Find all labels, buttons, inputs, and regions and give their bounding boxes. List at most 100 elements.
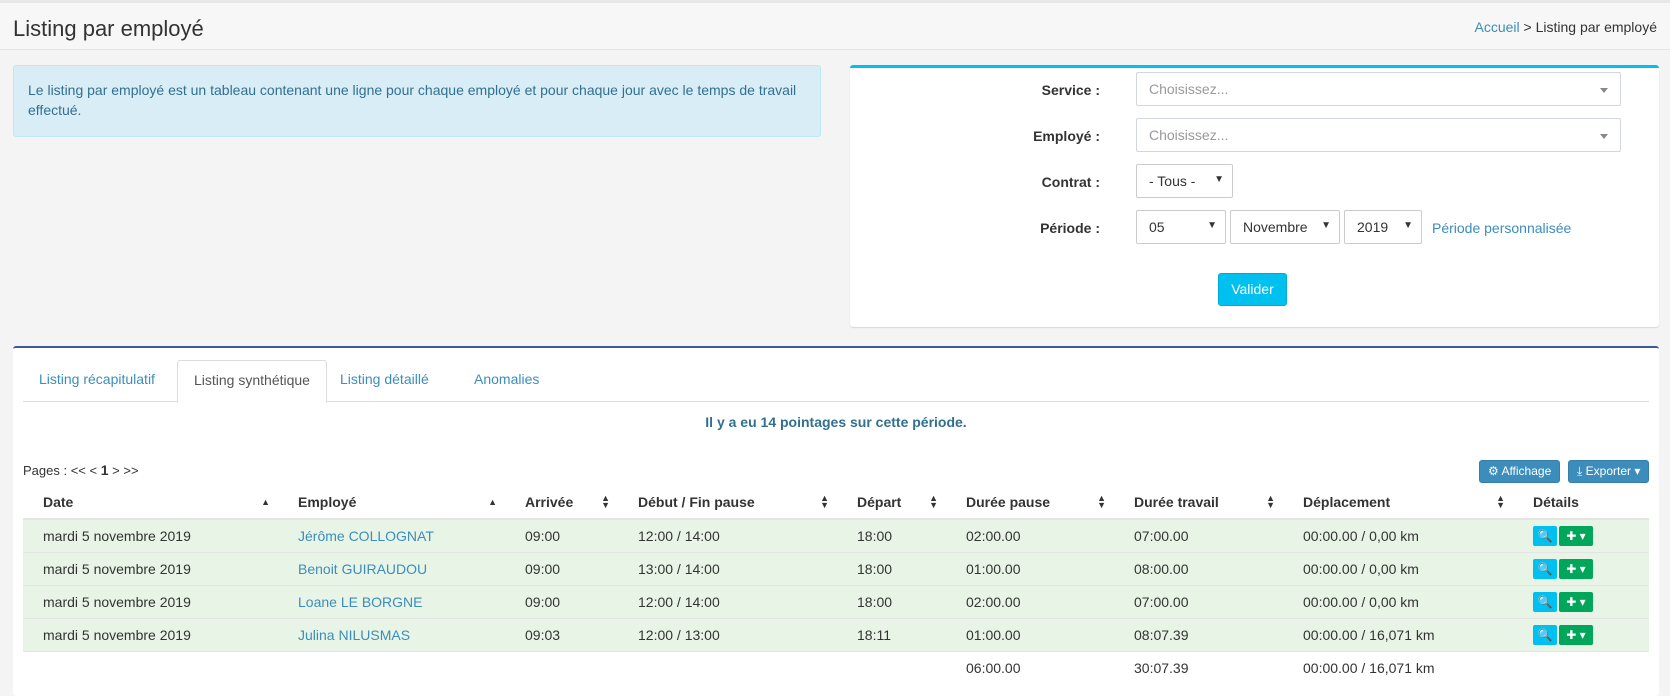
employee-link[interactable]: Jérôme COLLOGNAT bbox=[298, 528, 434, 544]
export-button-label: Exporter bbox=[1585, 464, 1632, 478]
cell-depart: 18:00 bbox=[837, 551, 946, 585]
total-duree-pause: 06:00.00 bbox=[946, 650, 1114, 684]
dropdown-arrow-icon: ▼ bbox=[1214, 174, 1224, 185]
column-header-employe[interactable]: Employé ▲ bbox=[278, 486, 505, 520]
cell-duree-pause: 02:00.00 bbox=[946, 584, 1114, 618]
zoom-icon[interactable]: 🔍 bbox=[1533, 525, 1557, 546]
table-row: mardi 5 novembre 2019 Benoit GUIRAUDOU 0… bbox=[23, 551, 1649, 585]
display-button-label: Affichage bbox=[1501, 464, 1552, 478]
export-button[interactable]: ⤓ Exporter ▾ bbox=[1568, 460, 1650, 483]
cell-pause: 13:00 / 14:00 bbox=[618, 551, 837, 585]
month-select[interactable]: Novembre ▼ bbox=[1230, 210, 1340, 244]
sort-both-icon: ▲ ▼ bbox=[1496, 493, 1505, 510]
tab-anomalies[interactable]: Anomalies bbox=[458, 360, 555, 402]
periode-label: Période : bbox=[1040, 220, 1100, 236]
column-header-depart[interactable]: Départ ▲ ▼ bbox=[837, 486, 946, 520]
cell-employe: Loane LE BORGNE bbox=[278, 584, 505, 618]
breadcrumb-home-link[interactable]: Accueil bbox=[1474, 19, 1519, 35]
column-header-duree-travail[interactable]: Durée travail ▲ ▼ bbox=[1114, 486, 1283, 520]
zoom-icon[interactable]: 🔍 bbox=[1533, 624, 1557, 645]
employee-link[interactable]: Benoit GUIRAUDOU bbox=[298, 561, 427, 577]
cell-deplacement: 00:00.00 / 0,00 km bbox=[1283, 551, 1513, 585]
cell-depart: 18:00 bbox=[837, 518, 946, 552]
dropdown-arrow-icon: ▼ bbox=[1321, 220, 1331, 231]
column-header-pause[interactable]: Début / Fin pause ▲ ▼ bbox=[618, 486, 837, 520]
sort-both-icon: ▲ ▼ bbox=[601, 493, 610, 510]
pager-current[interactable]: 1 bbox=[101, 462, 109, 478]
cell-pause: 12:00 / 14:00 bbox=[618, 518, 837, 552]
gear-icon: ⚙ bbox=[1488, 464, 1499, 478]
chevron-down-icon bbox=[1600, 134, 1608, 139]
service-select[interactable]: Choisissez... bbox=[1136, 72, 1621, 106]
employee-link[interactable]: Julina NILUSMAS bbox=[298, 627, 410, 643]
add-dropdown-button[interactable]: ✚ ▾ bbox=[1559, 558, 1593, 579]
cell-depart: 18:00 bbox=[837, 584, 946, 618]
pager-prev[interactable]: < bbox=[90, 463, 98, 478]
breadcrumb-separator: > bbox=[1523, 19, 1532, 35]
contrat-label: Contrat : bbox=[1041, 174, 1100, 190]
year-select[interactable]: 2019 ▼ bbox=[1344, 210, 1422, 244]
table-row: mardi 5 novembre 2019 Jérôme COLLOGNAT 0… bbox=[23, 518, 1649, 552]
page-header: Listing par employé Accueil > Listing pa… bbox=[0, 3, 1670, 50]
dropdown-arrow-icon: ▼ bbox=[1207, 220, 1217, 231]
cell-details: 🔍 ✚ ▾ bbox=[1513, 551, 1649, 585]
month-select-value: Novembre bbox=[1243, 219, 1308, 235]
zoom-icon[interactable]: 🔍 bbox=[1533, 591, 1557, 612]
cell-deplacement: 00:00.00 / 16,071 km bbox=[1283, 617, 1513, 651]
zoom-icon[interactable]: 🔍 bbox=[1533, 558, 1557, 579]
service-select-value: Choisissez... bbox=[1149, 81, 1229, 97]
cell-arrivee: 09:00 bbox=[505, 518, 618, 552]
tab-listing-synthetique[interactable]: Listing synthétique bbox=[177, 360, 327, 403]
display-button[interactable]: ⚙ Affichage bbox=[1479, 460, 1561, 483]
sort-both-icon: ▲ ▼ bbox=[820, 493, 829, 510]
cell-date: mardi 5 novembre 2019 bbox=[23, 551, 278, 585]
cell-employe: Julina NILUSMAS bbox=[278, 617, 505, 651]
column-header-date[interactable]: Date ▲ bbox=[23, 486, 278, 520]
cell-duree-travail: 08:07.39 bbox=[1114, 617, 1283, 651]
employe-select[interactable]: Choisissez... bbox=[1136, 118, 1621, 152]
info-callout: Le listing par employé est un tableau co… bbox=[13, 65, 821, 137]
column-header-arrivee[interactable]: Arrivée ▲ ▼ bbox=[505, 486, 618, 520]
add-dropdown-button[interactable]: ✚ ▾ bbox=[1559, 591, 1593, 612]
add-dropdown-button[interactable]: ✚ ▾ bbox=[1559, 525, 1593, 546]
custom-period-link[interactable]: Période personnalisée bbox=[1432, 220, 1571, 236]
pager-next[interactable]: > bbox=[112, 463, 120, 478]
tab-listing-detaille[interactable]: Listing détaillé bbox=[324, 360, 445, 402]
total-duree-travail: 30:07.39 bbox=[1114, 650, 1283, 684]
tab-listing-recapitulatif[interactable]: Listing récapitulatif bbox=[23, 360, 171, 402]
cell-pause: 12:00 / 13:00 bbox=[618, 617, 837, 651]
day-select-value: 05 bbox=[1149, 219, 1165, 235]
cell-duree-pause: 01:00.00 bbox=[946, 551, 1114, 585]
total-deplacement: 00:00.00 / 16,071 km bbox=[1283, 650, 1513, 684]
day-select[interactable]: 05 ▼ bbox=[1136, 210, 1226, 244]
sort-asc-icon: ▲ bbox=[261, 497, 270, 507]
column-header-duree-pause[interactable]: Durée pause ▲ ▼ bbox=[946, 486, 1114, 520]
cell-date: mardi 5 novembre 2019 bbox=[23, 518, 278, 552]
pager-last[interactable]: >> bbox=[123, 463, 138, 478]
caret-down-icon: ▾ bbox=[1634, 464, 1641, 478]
cell-details: 🔍 ✚ ▾ bbox=[1513, 518, 1649, 552]
column-header-deplacement[interactable]: Déplacement ▲ ▼ bbox=[1283, 486, 1513, 520]
sort-both-icon: ▲ ▼ bbox=[1097, 493, 1106, 510]
dropdown-arrow-icon: ▼ bbox=[1403, 220, 1413, 231]
cell-duree-travail: 08:00.00 bbox=[1114, 551, 1283, 585]
add-dropdown-button[interactable]: ✚ ▾ bbox=[1559, 624, 1593, 645]
filter-panel: Service : Choisissez... Employé : Choisi… bbox=[850, 65, 1659, 327]
cell-deplacement: 00:00.00 / 0,00 km bbox=[1283, 584, 1513, 618]
info-text: Le listing par employé est un tableau co… bbox=[28, 82, 797, 118]
cell-duree-travail: 07:00.00 bbox=[1114, 518, 1283, 552]
contrat-select-value: - Tous - bbox=[1149, 173, 1196, 189]
summary-text: Il y a eu 14 pointages sur cette période… bbox=[705, 414, 967, 430]
cell-details: 🔍 ✚ ▾ bbox=[1513, 584, 1649, 618]
sort-both-icon: ▲ ▼ bbox=[929, 493, 938, 510]
service-label: Service : bbox=[1041, 82, 1100, 98]
pager-first[interactable]: << bbox=[71, 463, 86, 478]
cell-depart: 18:11 bbox=[837, 617, 946, 651]
submit-button[interactable]: Valider bbox=[1218, 273, 1287, 306]
cell-employe: Benoit GUIRAUDOU bbox=[278, 551, 505, 585]
employee-link[interactable]: Loane LE BORGNE bbox=[298, 594, 423, 610]
cell-duree-pause: 02:00.00 bbox=[946, 518, 1114, 552]
download-icon: ⤓ bbox=[1577, 464, 1583, 478]
contrat-select[interactable]: - Tous - ▼ bbox=[1136, 164, 1233, 198]
table-row: mardi 5 novembre 2019 Julina NILUSMAS 09… bbox=[23, 617, 1649, 651]
